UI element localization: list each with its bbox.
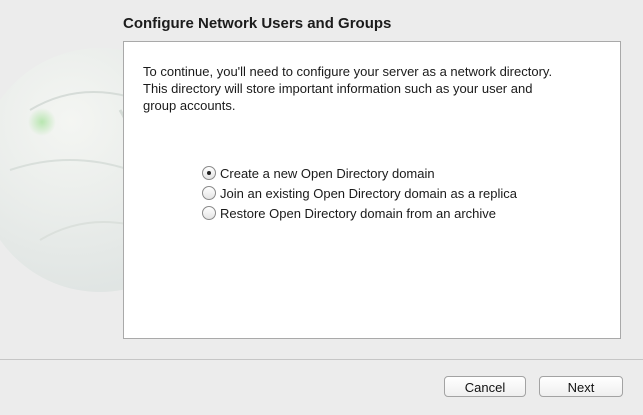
next-button[interactable]: Next (539, 376, 623, 397)
option-label: Restore Open Directory domain from an ar… (220, 205, 497, 221)
footer-divider (0, 359, 643, 360)
radio-button-selected[interactable] (202, 166, 216, 180)
option-label: Create a new Open Directory domain (220, 165, 435, 181)
option-join-replica[interactable]: Join an existing Open Directory domain a… (202, 183, 517, 203)
option-label: Join an existing Open Directory domain a… (220, 185, 517, 201)
content-panel: To continue, you'll need to configure yo… (123, 41, 621, 339)
directory-options: Create a new Open Directory domain Join … (202, 163, 517, 223)
radio-button[interactable] (202, 206, 216, 220)
cancel-button[interactable]: Cancel (444, 376, 526, 397)
intro-text: To continue, you'll need to configure yo… (143, 64, 553, 113)
option-create-domain[interactable]: Create a new Open Directory domain (202, 163, 517, 183)
option-restore-archive[interactable]: Restore Open Directory domain from an ar… (202, 203, 517, 223)
page-title: Configure Network Users and Groups (123, 15, 392, 32)
radio-button[interactable] (202, 186, 216, 200)
